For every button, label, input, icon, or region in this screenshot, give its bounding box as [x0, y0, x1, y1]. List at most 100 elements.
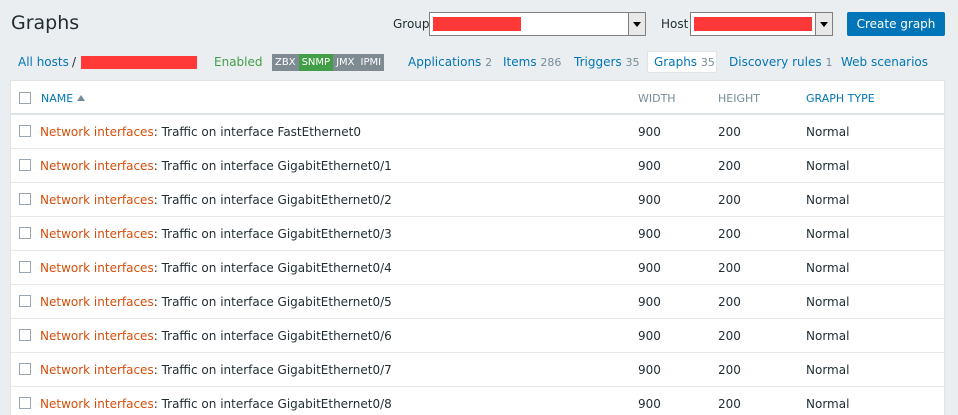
graph-link[interactable]: Traffic on interface GigabitEthernet0/5: [162, 295, 392, 309]
table-row: Network interfaces: Traffic on interface…: [11, 387, 944, 415]
redacted-group-value: [433, 17, 521, 31]
template-link[interactable]: Network interfaces: [40, 397, 154, 411]
tab-label: Items: [503, 55, 537, 69]
breadcrumb-separator: /: [72, 55, 77, 69]
graph-link[interactable]: Traffic on interface GigabitEthernet0/1: [162, 159, 392, 173]
availability-badges: ZBX SNMP JMX IPMI: [272, 54, 385, 71]
table-row: Network interfaces: Traffic on interface…: [11, 285, 944, 319]
template-link[interactable]: Network interfaces: [40, 159, 154, 173]
create-graph-button[interactable]: Create graph: [847, 12, 945, 36]
sort-ascending-icon: [77, 95, 86, 101]
graph-name: Network interfaces: Traffic on interface…: [40, 227, 392, 241]
graph-type: Normal: [806, 261, 850, 275]
graph-type: Normal: [806, 159, 850, 173]
host-status[interactable]: Enabled: [214, 55, 263, 69]
tab-applications[interactable]: Applications 2: [408, 55, 492, 69]
row-checkbox[interactable]: [19, 363, 31, 375]
column-graph-type-header[interactable]: GRAPH TYPE: [806, 92, 875, 105]
graph-link[interactable]: Traffic on interface GigabitEthernet0/8: [162, 397, 392, 411]
graph-link[interactable]: Traffic on interface GigabitEthernet0/6: [162, 329, 392, 343]
redacted-host-name[interactable]: [81, 56, 197, 69]
select-all-checkbox[interactable]: [19, 92, 31, 104]
graph-link[interactable]: Traffic on interface GigabitEthernet0/7: [162, 363, 392, 377]
group-select[interactable]: [429, 12, 646, 36]
graph-link[interactable]: Traffic on interface GigabitEthernet0/4: [162, 261, 392, 275]
template-link[interactable]: Network interfaces: [40, 295, 154, 309]
badge-jmx: JMX: [333, 54, 358, 71]
tab-label: Triggers: [574, 55, 622, 69]
tab-count: 35: [700, 56, 715, 69]
graph-link[interactable]: Traffic on interface FastEthernet0: [162, 125, 361, 139]
row-checkbox[interactable]: [19, 397, 31, 409]
row-checkbox[interactable]: [19, 261, 31, 273]
graph-width: 900: [638, 329, 661, 343]
row-checkbox[interactable]: [19, 295, 31, 307]
tab-graphs[interactable]: Graphs 35: [654, 55, 715, 69]
graph-height: 200: [718, 125, 741, 139]
group-label: Group: [393, 17, 430, 31]
row-checkbox[interactable]: [19, 329, 31, 341]
column-width-header: WIDTH: [638, 92, 676, 105]
table-row: Network interfaces: Traffic on interface…: [11, 149, 944, 183]
graph-height: 200: [718, 329, 741, 343]
graph-height: 200: [718, 397, 741, 411]
redacted-host-value: [694, 17, 812, 31]
graph-name: Network interfaces: Traffic on interface…: [40, 397, 392, 411]
graph-width: 900: [638, 159, 661, 173]
tab-label: Discovery rules: [729, 55, 822, 69]
graph-name: Network interfaces: Traffic on interface…: [40, 261, 392, 275]
graph-width: 900: [638, 227, 661, 241]
graph-link[interactable]: Traffic on interface GigabitEthernet0/3: [162, 227, 392, 241]
graph-type: Normal: [806, 363, 850, 377]
tab-count: 1: [825, 56, 833, 69]
column-name-header[interactable]: NAME: [41, 92, 86, 105]
graph-type: Normal: [806, 397, 850, 411]
row-checkbox[interactable]: [19, 227, 31, 239]
graph-name: Network interfaces: Traffic on interface…: [40, 295, 392, 309]
row-checkbox[interactable]: [19, 159, 31, 171]
row-checkbox[interactable]: [19, 193, 31, 205]
host-select[interactable]: [690, 12, 833, 36]
tab-discovery-rules[interactable]: Discovery rules 1: [729, 55, 832, 69]
chevron-down-icon[interactable]: [815, 13, 832, 35]
graph-height: 200: [718, 159, 741, 173]
tab-web-scenarios[interactable]: Web scenarios: [841, 55, 928, 69]
page-header: Graphs Group Host Create graph: [0, 0, 958, 48]
template-link[interactable]: Network interfaces: [40, 227, 154, 241]
graph-width: 900: [638, 125, 661, 139]
tab-items[interactable]: Items 286: [503, 55, 561, 69]
table-row: Network interfaces: Traffic on interface…: [11, 353, 944, 387]
graph-name: Network interfaces: Traffic on interface…: [40, 363, 392, 377]
graph-name: Network interfaces: Traffic on interface…: [40, 125, 361, 139]
graph-type: Normal: [806, 125, 850, 139]
table-row: Network interfaces: Traffic on interface…: [11, 217, 944, 251]
template-link[interactable]: Network interfaces: [40, 329, 154, 343]
tab-count: 2: [485, 56, 493, 69]
graph-height: 200: [718, 363, 741, 377]
graph-type: Normal: [806, 193, 850, 207]
tab-label: Graphs: [654, 55, 698, 69]
graph-name: Network interfaces: Traffic on interface…: [40, 329, 392, 343]
graph-width: 900: [638, 363, 661, 377]
template-link[interactable]: Network interfaces: [40, 261, 154, 275]
row-checkbox[interactable]: [19, 125, 31, 137]
tab-triggers[interactable]: Triggers 35: [574, 55, 639, 69]
chevron-down-icon[interactable]: [628, 13, 645, 35]
column-height-header: HEIGHT: [718, 92, 760, 105]
page-title: Graphs: [11, 12, 80, 34]
template-link[interactable]: Network interfaces: [40, 193, 154, 207]
graph-width: 900: [638, 261, 661, 275]
graph-width: 900: [638, 295, 661, 309]
graph-type: Normal: [806, 295, 850, 309]
table-row: Network interfaces: Traffic on interface…: [11, 183, 944, 217]
table-row: Network interfaces: Traffic on interface…: [11, 115, 944, 149]
column-name-label: NAME: [41, 92, 74, 105]
template-link[interactable]: Network interfaces: [40, 125, 154, 139]
tab-count: 35: [625, 56, 640, 69]
tab-label: Web scenarios: [841, 55, 929, 69]
tab-label: Applications: [408, 55, 482, 69]
all-hosts-link[interactable]: All hosts: [18, 55, 69, 69]
template-link[interactable]: Network interfaces: [40, 363, 154, 377]
badge-ipmi: IPMI: [357, 54, 385, 71]
graph-link[interactable]: Traffic on interface GigabitEthernet0/2: [162, 193, 392, 207]
